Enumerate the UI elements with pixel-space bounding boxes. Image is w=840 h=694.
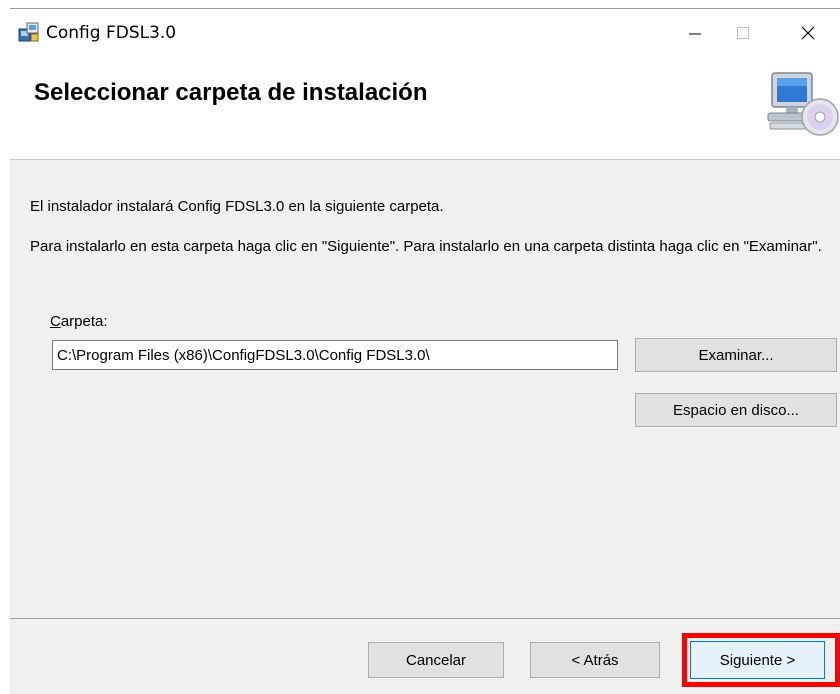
window-title: Config FDSL3.0 — [46, 23, 177, 43]
dialog-body: El instalador instalará Config FDSL3.0 e… — [10, 160, 840, 619]
minimize-button[interactable] — [672, 9, 718, 57]
maximize-icon — [737, 27, 749, 39]
folder-label-text: arpeta: — [60, 313, 108, 330]
folder-label-mnemonic: C — [50, 313, 61, 330]
cancel-button[interactable]: Cancelar — [368, 642, 504, 678]
next-button-highlight — [682, 633, 840, 687]
maximize-button[interactable] — [720, 9, 766, 57]
folder-path-input[interactable] — [52, 340, 618, 370]
page-title: Seleccionar carpeta de instalación — [34, 79, 428, 106]
back-button[interactable]: < Atrás — [530, 642, 660, 678]
dialog-header: Seleccionar carpeta de instalación — [10, 57, 840, 160]
disk-space-button[interactable]: Espacio en disco... — [635, 393, 837, 427]
browse-button[interactable]: Examinar... — [635, 338, 837, 372]
install-info-text: El instalador instalará Config FDSL3.0 e… — [30, 198, 444, 215]
close-button[interactable] — [785, 9, 831, 57]
minimize-icon — [689, 33, 701, 35]
folder-label: Carpeta: — [50, 313, 108, 330]
instructions-text: Para instalarlo en esta carpeta haga cli… — [30, 238, 822, 255]
dialog-footer: Cancelar < Atrás Siguiente > — [10, 619, 840, 694]
computer-cd-icon — [767, 72, 839, 136]
close-icon — [801, 26, 815, 40]
installer-app-icon — [18, 22, 39, 42]
title-bar: Config FDSL3.0 — [10, 9, 840, 57]
